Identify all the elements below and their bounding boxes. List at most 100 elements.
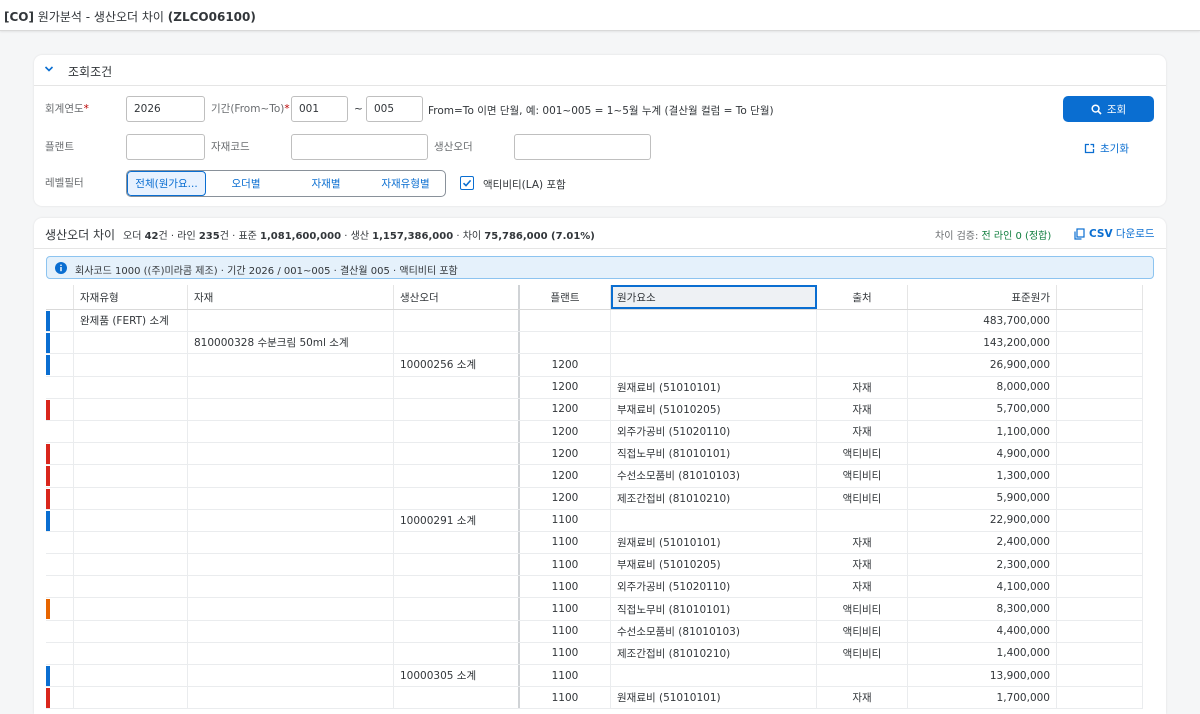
production-order-cell	[394, 398, 520, 420]
extra-cell	[1057, 310, 1143, 332]
variance-table: 자재유형 자재 생산오더 플랜트 원가요소 출처 표준원가 완제품 (FERT)…	[46, 285, 1143, 710]
cost-element-cell: 직접노무비 (81010101)	[611, 598, 817, 620]
variance-marker	[46, 444, 50, 465]
column-header-material-type[interactable]: 자재유형	[74, 285, 188, 309]
plant-cell	[520, 310, 611, 332]
table-row[interactable]: 1200 직접노무비 (81010101) 액티비티 4,900,000	[46, 443, 1143, 466]
fiscal-year-input[interactable]: 2026	[126, 96, 205, 122]
material-code-input[interactable]	[291, 134, 428, 160]
table-row[interactable]: 1100 제조간접비 (81010210) 액티비티 1,400,000	[46, 642, 1143, 665]
column-header-standard-cost[interactable]: 표준원가	[908, 285, 1057, 309]
cost-element-cell: 외주가공비 (51020110)	[611, 420, 817, 443]
period-label: 기간(From~To)*	[211, 103, 290, 115]
cost-element-cell	[611, 509, 817, 531]
material-type-cell	[74, 531, 188, 554]
source-cell: 자재	[817, 420, 908, 443]
standard-cost-cell: 4,900,000	[908, 443, 1057, 465]
material-type-cell	[74, 443, 188, 465]
results-stats: 오더 42건 · 라인 235건 · 표준 1,081,600,000 · 생산…	[123, 231, 595, 242]
activity-checkbox-label[interactable]: 액티비티(LA) 포함	[483, 177, 566, 192]
material-type-cell	[74, 487, 188, 509]
table-row[interactable]: 810000328 수분크림 50ml 소계 143,200,000	[46, 332, 1143, 355]
material-type-cell	[74, 354, 188, 376]
activity-checkbox[interactable]	[460, 176, 474, 190]
plant-cell: 1100	[520, 509, 611, 531]
table-row[interactable]: 10000305 소계 1100 13,900,000	[46, 665, 1143, 688]
fiscal-year-label: 회계연도*	[45, 103, 89, 115]
table-row[interactable]: 10000256 소계 1200 26,900,000	[46, 354, 1143, 377]
table-row[interactable]: 1100 부재료비 (51010205) 자재 2,300,000	[46, 554, 1143, 577]
column-header-plant[interactable]: 플랜트	[520, 285, 611, 309]
table-row[interactable]: 1200 외주가공비 (51020110) 자재 1,100,000	[46, 420, 1143, 444]
material-type-cell	[74, 398, 188, 420]
cost-element-cell: 원재료비 (51010101)	[611, 376, 817, 398]
production-order-cell	[394, 465, 520, 487]
row-marker-cell	[46, 443, 74, 465]
results-toolbar: 생산오더 차이 오더 42건 · 라인 235건 · 표준 1,081,600,…	[34, 218, 1166, 249]
column-header-cost-element[interactable]: 원가요소	[611, 285, 817, 309]
period-to-input[interactable]: 005	[366, 96, 423, 122]
table-row[interactable]: 10000291 소계 1100 22,900,000	[46, 509, 1143, 532]
reset-button[interactable]: 초기화	[1084, 139, 1129, 157]
source-cell	[817, 665, 908, 687]
column-header-production-order[interactable]: 생산오더	[394, 285, 520, 309]
production-order-cell	[394, 687, 520, 709]
production-order-cell: 10000291 소계	[394, 509, 520, 531]
csv-download-button[interactable]: CSV 다운로드	[1074, 226, 1155, 241]
source-cell	[817, 509, 908, 531]
filter-panel-header[interactable]: 조회조건	[34, 55, 1166, 86]
chevron-down-icon[interactable]	[44, 64, 54, 74]
variance-marker	[46, 688, 50, 709]
cost-element-cell: 부재료비 (51010205)	[611, 554, 817, 576]
level-option-material[interactable]: 자재별	[286, 171, 366, 196]
reset-icon	[1084, 143, 1095, 153]
level-option-all[interactable]: 전체(원가요...	[127, 171, 206, 196]
table-row[interactable]: 1100 원재료비 (51010101) 자재 1,700,000	[46, 687, 1143, 710]
material-type-cell	[74, 576, 188, 598]
table-row[interactable]: 1100 외주가공비 (51020110) 자재 4,100,000	[46, 576, 1143, 599]
table-row[interactable]: 1200 수선소모품비 (81010103) 액티비티 1,300,000	[46, 465, 1143, 488]
standard-cost-cell: 5,700,000	[908, 398, 1057, 420]
source-cell	[817, 332, 908, 354]
table-row[interactable]: 1200 제조간접비 (81010210) 액티비티 5,900,000	[46, 487, 1143, 510]
material-cell	[188, 465, 394, 487]
material-cell	[188, 443, 394, 465]
table-row[interactable]: 1100 원재료비 (51010101) 자재 2,400,000	[46, 531, 1143, 555]
search-button[interactable]: 조회	[1063, 96, 1154, 122]
extra-cell	[1057, 465, 1143, 487]
period-from-input[interactable]: 001	[291, 96, 348, 122]
production-order-cell	[394, 487, 520, 509]
row-marker-cell	[46, 354, 74, 376]
plant-input[interactable]	[126, 134, 205, 160]
variance-check-status: 차이 검증: 전 라인 0 (정합)	[935, 231, 1052, 242]
column-header-source[interactable]: 출처	[817, 285, 908, 309]
plant-cell: 1100	[520, 620, 611, 642]
table-row[interactable]: 1200 원재료비 (51010101) 자재 8,000,000	[46, 376, 1143, 399]
plant-cell: 1100	[520, 665, 611, 687]
row-marker-cell	[46, 598, 74, 620]
extra-cell	[1057, 665, 1143, 687]
results-title: 생산오더 차이	[45, 228, 116, 242]
variance-marker	[46, 355, 50, 376]
production-order-cell: 10000256 소계	[394, 354, 520, 376]
table-row[interactable]: 1200 부재료비 (51010205) 자재 5,700,000	[46, 398, 1143, 421]
extra-cell	[1057, 576, 1143, 598]
column-header-extra	[1057, 285, 1143, 309]
row-marker-cell	[46, 531, 74, 554]
material-cell	[188, 687, 394, 709]
production-order-input[interactable]	[514, 134, 651, 160]
column-header-marker	[46, 285, 74, 309]
plant-cell: 1200	[520, 443, 611, 465]
level-option-order[interactable]: 오더별	[206, 171, 286, 196]
extra-cell	[1057, 354, 1143, 376]
source-cell: 자재	[817, 576, 908, 598]
row-marker-cell	[46, 554, 74, 576]
table-row[interactable]: 1100 수선소모품비 (81010103) 액티비티 4,400,000	[46, 620, 1143, 643]
column-header-material[interactable]: 자재	[188, 285, 394, 309]
level-option-material-type[interactable]: 자재유형별	[366, 171, 445, 196]
material-type-cell	[74, 554, 188, 576]
table-row[interactable]: 1100 직접노무비 (81010101) 액티비티 8,300,000	[46, 598, 1143, 621]
source-cell: 액티비티	[817, 443, 908, 465]
cost-element-cell: 제조간접비 (81010210)	[611, 487, 817, 509]
table-row[interactable]: 완제품 (FERT) 소계 483,700,000	[46, 310, 1143, 333]
